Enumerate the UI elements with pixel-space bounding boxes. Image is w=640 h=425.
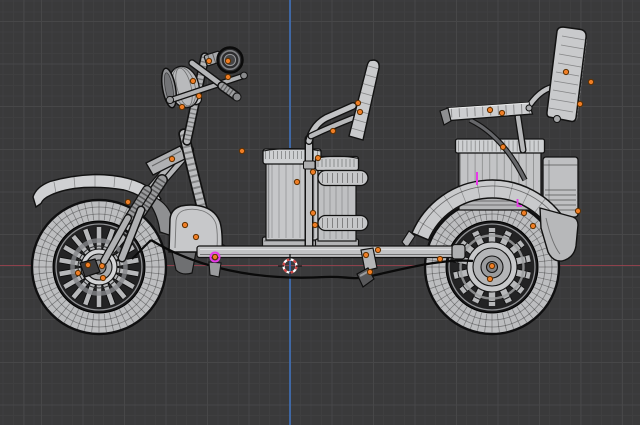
model-canvas (30, 26, 595, 336)
floor-rail[interactable] (196, 243, 466, 260)
front-wheel[interactable] (30, 198, 168, 336)
panel-flap (171, 251, 197, 275)
viewport-3d[interactable] (0, 0, 640, 425)
pedal[interactable] (208, 261, 222, 278)
driver-backrest[interactable] (348, 59, 380, 141)
